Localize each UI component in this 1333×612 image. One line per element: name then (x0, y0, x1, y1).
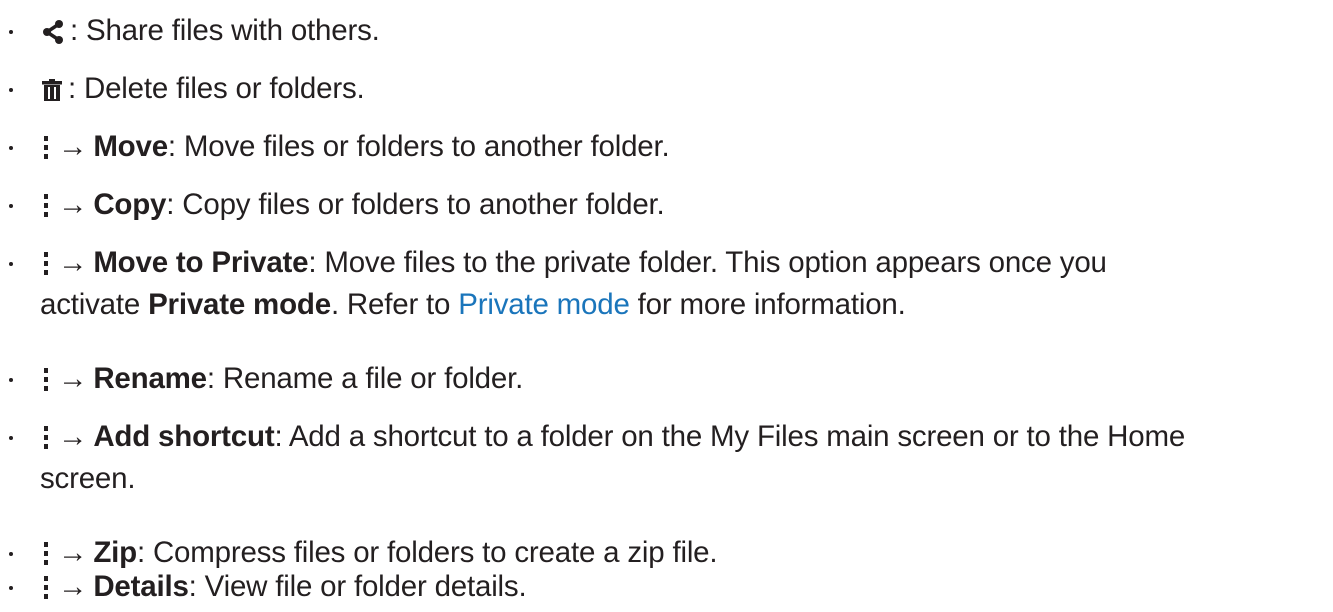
bullet (6, 242, 16, 284)
item-description: : Copy files or folders to another folde… (166, 188, 665, 221)
more-options-icon (42, 424, 50, 452)
option-name: Rename (93, 362, 207, 395)
item-description: Share files with others. (86, 14, 380, 47)
bullet (6, 184, 16, 226)
bullet (6, 126, 16, 168)
arrow-icon: → (58, 246, 88, 279)
item-description: : Compress files or folders to create a … (136, 536, 718, 569)
more-options-icon (42, 250, 50, 278)
private-mode-link[interactable]: Private mode (458, 288, 630, 321)
item-description: : Move files or folders to another folde… (167, 130, 670, 163)
item-description: : Move files to the private folder. This… (308, 246, 1107, 279)
item-separator: : (68, 72, 84, 105)
item-description-continued: . Refer to (330, 288, 459, 321)
more-options-icon (42, 540, 50, 568)
item-description: : Rename a file or folder. (206, 362, 524, 395)
list-item-copy: → Copy: Copy files or folders to another … (0, 184, 1333, 226)
arrow-icon: → (58, 536, 88, 569)
arrow-icon: → (58, 188, 88, 221)
share-icon (42, 19, 64, 45)
arrow-icon: → (58, 362, 88, 395)
bullet (6, 416, 16, 458)
list-item-add-shortcut: → Add shortcut: Add a shortcut to a folde… (0, 416, 1333, 500)
item-description-continued: activate (40, 288, 149, 321)
bullet (6, 10, 16, 52)
option-name: Details (93, 570, 189, 603)
list-item-move: → Move: Move files or folders to another … (0, 126, 1333, 168)
private-mode-setting: Private mode (148, 288, 331, 321)
more-options-icon (42, 192, 50, 220)
list-item-details: → Details: View file or folder details. (0, 566, 1333, 608)
list-item-move-to-private: → Move to Private: Move files to the priv… (0, 242, 1333, 326)
option-name: Move to Private (93, 246, 309, 279)
more-options-icon (42, 134, 50, 162)
arrow-icon: → (58, 420, 88, 453)
option-name: Zip (93, 536, 137, 569)
item-description-continued: for more information. (629, 288, 906, 321)
option-name: Add shortcut (93, 420, 275, 453)
bullet (6, 68, 16, 110)
arrow-icon: → (58, 130, 88, 163)
list-item-delete: : Delete files or folders. (0, 68, 1333, 110)
item-description: Delete files or folders. (84, 72, 365, 105)
bullet (6, 566, 16, 608)
item-description: : Add a shortcut to a folder on the My F… (274, 420, 1186, 453)
list-item-rename: → Rename: Rename a file or folder. (0, 358, 1333, 400)
item-description: : View file or folder details. (188, 570, 527, 603)
more-options-icon (42, 574, 50, 602)
option-name: Move (93, 130, 168, 163)
option-name: Copy (93, 188, 167, 221)
arrow-icon: → (58, 570, 88, 603)
item-separator: : (70, 14, 86, 47)
trash-icon (42, 78, 62, 102)
item-description-continued: screen. (40, 462, 136, 495)
list-item-share: : Share files with others. (0, 10, 1333, 52)
more-options-icon (42, 366, 50, 394)
bullet (6, 358, 16, 400)
